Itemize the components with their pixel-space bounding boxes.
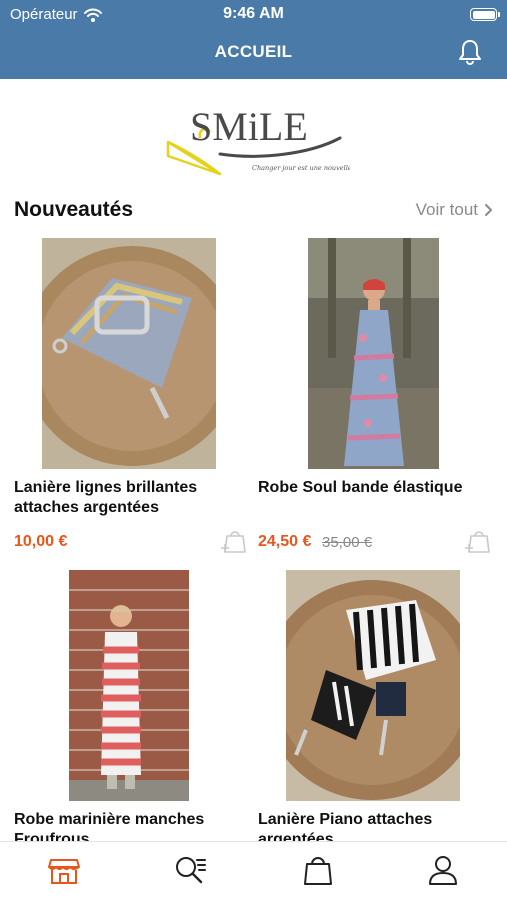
- tab-bar: [0, 841, 507, 900]
- brand-logo: SMiLE Changer jour est une nouvelle vie …: [166, 104, 350, 176]
- chevron-right-icon: [485, 204, 492, 216]
- product-name[interactable]: Robe Soul bande élastique: [258, 478, 488, 498]
- product-card[interactable]: Lanière lignes brillantes attaches argen…: [14, 238, 254, 558]
- product-card[interactable]: Robe Soul bande élastique 24,50 € 35,00 …: [258, 238, 498, 558]
- product-card[interactable]: Lanière Piano attaches argentées: [258, 570, 498, 841]
- see-all-link[interactable]: Voir tout: [416, 200, 493, 220]
- shop-icon[interactable]: [46, 852, 82, 888]
- search-list-icon[interactable]: [172, 852, 208, 888]
- clock: 9:46 AM: [223, 5, 284, 22]
- bell-icon[interactable]: [457, 38, 483, 66]
- top-bar: Opérateur 9:46 AM ACCUEIL: [0, 0, 507, 79]
- page-title: ACCUEIL: [214, 42, 293, 61]
- striped-dress-photo: [69, 570, 189, 801]
- logo-tagline: Changer jour est une nouvelle vie .: [252, 164, 350, 172]
- product-image[interactable]: [69, 570, 189, 801]
- product-name[interactable]: Lanière Piano attaches argentées: [258, 810, 488, 841]
- product-price: 10,00 €: [14, 533, 68, 550]
- strap-photo: [42, 238, 216, 469]
- product-name[interactable]: Lanière lignes brillantes attaches argen…: [14, 478, 244, 518]
- add-to-cart-icon[interactable]: [218, 526, 248, 556]
- battery-icon: [470, 8, 500, 21]
- product-name[interactable]: Robe marinière manches Froufrous: [14, 810, 244, 841]
- logo-text: SMiLE: [190, 104, 308, 149]
- product-old-price: 35,00 €: [322, 534, 373, 551]
- product-card[interactable]: Robe marinière manches Froufrous: [14, 570, 254, 841]
- status-bar: Opérateur 9:46 AM: [0, 0, 507, 30]
- product-image[interactable]: [42, 238, 216, 469]
- product-image[interactable]: [286, 570, 460, 801]
- bag-icon[interactable]: [300, 852, 336, 888]
- add-to-cart-icon[interactable]: [462, 526, 492, 556]
- see-all-label: Voir tout: [415, 200, 478, 219]
- user-icon[interactable]: [425, 852, 461, 888]
- dress-photo: [308, 238, 439, 469]
- product-price: 24,50 €: [258, 533, 312, 550]
- product-row-clip: Robe marinière manches Froufrous Lanière…: [0, 568, 507, 841]
- piano-strap-photo: [286, 570, 460, 801]
- section-title: Nouveautés: [14, 198, 134, 221]
- product-image[interactable]: [308, 238, 439, 469]
